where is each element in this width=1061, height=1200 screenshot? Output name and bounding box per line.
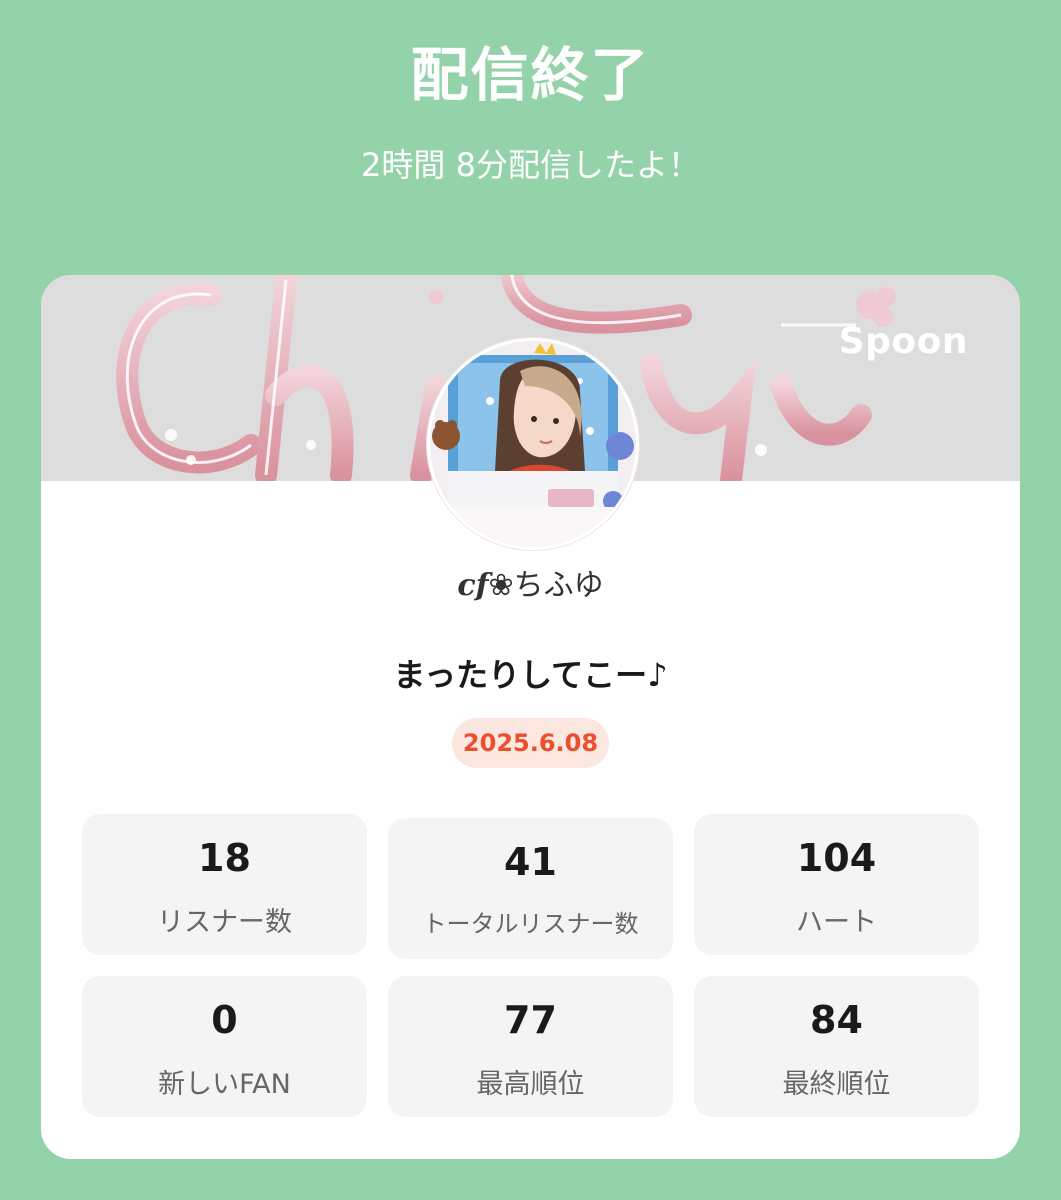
stream-title: まったりしてこー♪ (393, 656, 668, 694)
username-prefix: cf (457, 568, 489, 603)
stat-value: 84 (810, 998, 863, 1042)
stat-listeners: 18 リスナー数 (82, 814, 367, 955)
stat-label: リスナー数 (157, 907, 292, 938)
stat-total-listeners: 41 トータルリスナー数 (388, 818, 673, 959)
stat-final-rank: 84 最終順位 (694, 976, 979, 1117)
avatar[interactable] (427, 338, 639, 550)
broadcast-summary-card: Spoon cf❀ちふゆ まったりしてこー♪ 2025.6.08 18 リスナー… (41, 275, 1020, 1159)
broadcast-duration: 2時間 8分配信したよ！ (361, 146, 700, 184)
stat-label: 最終順位 (782, 1069, 891, 1100)
stat-value: 41 (504, 840, 557, 884)
stat-new-fans: 0 新しいFAN (82, 976, 367, 1117)
username: cf❀ちふゆ (41, 560, 1020, 604)
stat-value: 18 (198, 836, 251, 880)
stat-label: トータルリスナー数 (422, 910, 639, 938)
username-text: ちふゆ (513, 568, 604, 603)
stat-label: 最高順位 (476, 1069, 585, 1100)
spoon-logo: Spoon (838, 321, 968, 362)
stat-highest-rank: 77 最高順位 (388, 976, 673, 1117)
flower-icon: ❀ (488, 568, 514, 603)
date-badge: 2025.6.08 (452, 718, 609, 768)
stat-value: 0 (211, 998, 238, 1042)
stat-value: 104 (796, 836, 877, 880)
stat-label: ハート (796, 907, 877, 938)
stat-label: 新しいFAN (158, 1069, 291, 1100)
stat-value: 77 (504, 998, 557, 1042)
avatar-artwork (430, 341, 636, 547)
page-title: 配信終了 (410, 41, 651, 109)
stat-hearts: 104 ハート (694, 814, 979, 955)
